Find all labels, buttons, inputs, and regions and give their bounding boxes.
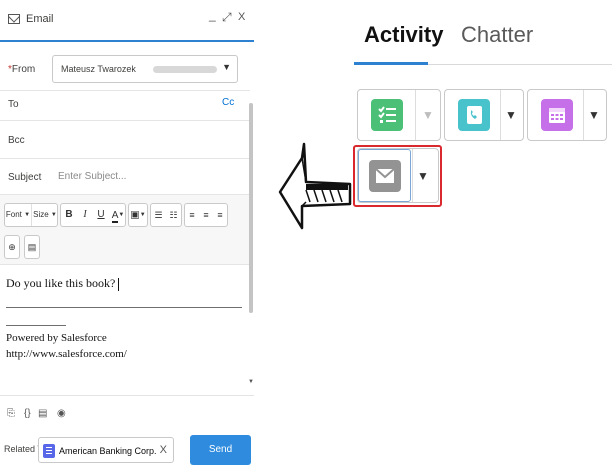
tab-divider (428, 64, 612, 65)
preview-icon[interactable]: ◉ (57, 408, 66, 419)
body-divider (6, 307, 242, 308)
clear-related-button[interactable]: X (160, 444, 167, 456)
phone-icon (458, 99, 490, 131)
align-left-icon[interactable]: ≡ (185, 204, 199, 226)
size-dropdown[interactable]: Size ▼ (32, 204, 58, 226)
calendar-icon (541, 99, 573, 131)
to-row[interactable]: To (0, 91, 250, 121)
send-button[interactable]: Send (190, 435, 251, 465)
align-center-icon[interactable]: ≡ (199, 204, 213, 226)
cc-link[interactable]: Cc (222, 97, 234, 108)
attachment-toolbar: ⎘ {} ▤ ◉ (0, 395, 254, 431)
font-size-group: Font ▼ Size ▼ (4, 203, 58, 227)
from-value: Mateusz Twarozek (61, 64, 136, 74)
log-call-action[interactable]: ▼ (444, 89, 524, 141)
underline-button[interactable]: U (93, 204, 109, 226)
email-composer: Email _ ⤢ X *From Mateusz Twarozek ▼ To … (0, 0, 254, 466)
expand-button[interactable]: ⤢ (222, 10, 232, 25)
attach-file-icon[interactable]: ⎘ (7, 408, 15, 419)
subject-label: Subject (8, 172, 42, 183)
bcc-row[interactable]: Bcc (0, 121, 250, 159)
merge-field-icon[interactable]: {} (24, 408, 31, 419)
new-event-action[interactable]: ▼ (527, 89, 607, 141)
align-group: ≡ ≡ ≡ (184, 203, 228, 227)
pointer-arrow-icon (278, 142, 352, 230)
template-icon: ▤ (27, 242, 37, 252)
related-record: American Banking Corp. (59, 446, 157, 456)
insert-link-button[interactable]: ⊕ (4, 235, 20, 259)
list-group: ☰ ☷ (150, 203, 182, 227)
email-icon (8, 14, 20, 24)
composer-header: Email _ ⤢ X (0, 0, 254, 42)
from-email-redacted (153, 66, 217, 73)
signature-divider (6, 325, 66, 326)
italic-button[interactable]: I (77, 204, 93, 226)
scrollbar[interactable]: ▼ (248, 43, 254, 393)
scroll-down-arrow[interactable]: ▼ (248, 379, 254, 385)
bcc-label: Bcc (8, 135, 25, 146)
text-color-button[interactable]: A▼ (109, 204, 127, 226)
signature-url: http://www.salesforce.com/ (6, 348, 127, 360)
bold-button[interactable]: B (61, 204, 77, 226)
signature-line: Powered by Salesforce (6, 332, 107, 344)
minimize-button[interactable]: _ (209, 8, 216, 22)
log-call-dropdown[interactable]: ▼ (505, 108, 517, 122)
insert-template-button[interactable]: ▤ (24, 235, 40, 259)
close-button[interactable]: X (238, 11, 245, 23)
chevron-down-icon: ▼ (222, 62, 231, 72)
align-right-icon[interactable]: ≡ (213, 204, 227, 226)
font-dropdown[interactable]: Font ▼ (5, 204, 31, 226)
to-label: To (8, 99, 19, 110)
new-task-dropdown[interactable]: ▼ (422, 108, 434, 122)
email-action[interactable]: ▼ (357, 148, 439, 203)
scroll-thumb[interactable] (249, 103, 253, 313)
insert-template-icon[interactable]: ▤ (38, 408, 47, 419)
tab-activity[interactable]: Activity (364, 22, 443, 48)
formatting-toolbar: Font ▼ Size ▼ B I U A▼ ▣▼ ☰ ☷ ≡ ≡ ≡ ⊕ ▤ (0, 195, 250, 265)
task-checklist-icon (371, 99, 403, 131)
email-dropdown[interactable]: ▼ (417, 169, 429, 183)
image-button[interactable]: ▣▼ (128, 203, 148, 227)
composer-title: Email (26, 13, 54, 25)
new-event-dropdown[interactable]: ▼ (588, 108, 600, 122)
new-task-action[interactable]: ▼ (357, 89, 441, 141)
from-label: *From (8, 64, 36, 75)
email-icon (369, 160, 401, 192)
image-icon: ▣▼ (130, 209, 146, 221)
email-body-input[interactable]: Do you like this book? (6, 276, 120, 291)
active-tab-indicator (354, 62, 428, 65)
tab-chatter[interactable]: Chatter (461, 22, 533, 48)
related-to-lookup[interactable]: American Banking Corp. X (38, 437, 174, 463)
account-icon (43, 444, 55, 458)
numbered-list-icon[interactable]: ☷ (166, 204, 181, 226)
text-style-group: B I U A▼ (60, 203, 126, 227)
bulleted-list-icon[interactable]: ☰ (151, 204, 166, 226)
subject-input[interactable]: Enter Subject... (58, 171, 126, 182)
from-select[interactable]: Mateusz Twarozek ▼ (52, 55, 238, 83)
link-icon: ⊕ (8, 242, 16, 252)
